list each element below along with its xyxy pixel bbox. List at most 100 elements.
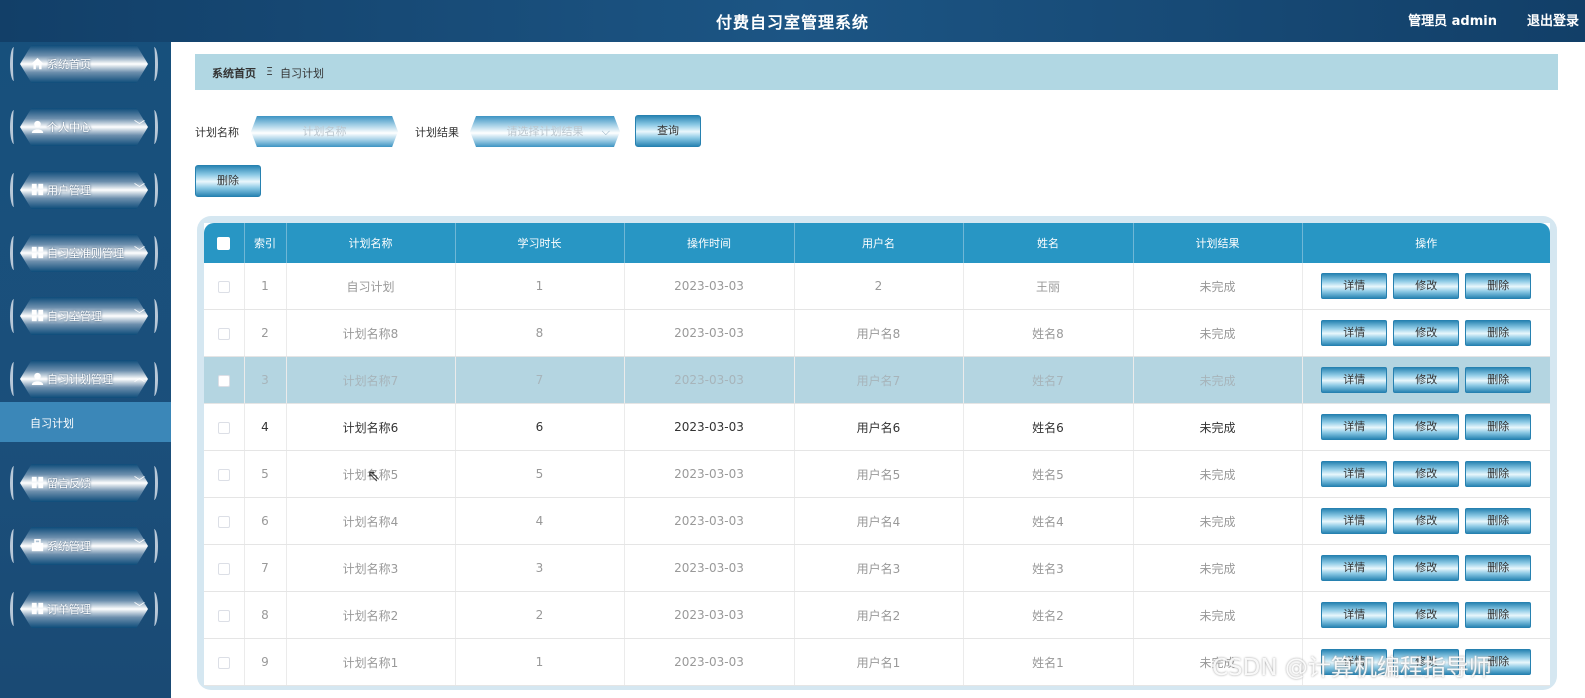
cell-plan-name: 自习计划 <box>286 263 456 310</box>
edit-button[interactable]: 修改 <box>1393 508 1460 534</box>
edit-button[interactable]: 修改 <box>1393 555 1460 581</box>
cell-plan-name: 计划名称4 <box>286 497 456 545</box>
cell-operation-time: 2023-03-03 <box>624 638 795 686</box>
breadcrumb-separator: Ξ <box>266 65 273 78</box>
row-checkbox[interactable] <box>204 356 245 404</box>
briefcase-icon <box>31 539 44 552</box>
sidebar-item-system[interactable]: 系统管理 ﹀ <box>10 524 160 568</box>
edit-button[interactable]: 修改 <box>1393 320 1460 346</box>
edit-button[interactable]: 修改 <box>1393 367 1460 393</box>
batch-delete-button[interactable]: 删除 <box>195 165 261 197</box>
sidebar-subitem-study-plan[interactable]: 自习计划 <box>0 402 171 442</box>
cell-name: 姓名7 <box>963 356 1134 404</box>
sidebar-item-room-rules[interactable]: 自习室准则管理 ﹀ <box>10 231 160 275</box>
sidebar-item-users[interactable]: 用户管理 ﹀ <box>10 168 160 212</box>
plan-name-input[interactable]: 计划名称 <box>251 116 398 147</box>
edit-button[interactable]: 修改 <box>1393 602 1460 628</box>
row-checkbox[interactable] <box>204 403 245 451</box>
cell-actions: 详情 修改 删除 <box>1302 356 1550 404</box>
detail-button[interactable]: 详情 <box>1321 508 1388 534</box>
chevron-down-icon: ﹀ <box>134 475 145 488</box>
cell-operation-time: 2023-03-03 <box>624 403 795 451</box>
delete-button[interactable]: 删除 <box>1465 555 1532 581</box>
delete-button[interactable]: 删除 <box>1465 414 1532 440</box>
cell-study-duration: 1 <box>455 638 625 686</box>
sidebar-item-label: 用户管理 <box>47 184 91 197</box>
delete-button[interactable]: 删除 <box>1465 367 1532 393</box>
detail-button[interactable]: 详情 <box>1321 367 1388 393</box>
chevron-up-icon: ︿ <box>134 371 145 384</box>
cell-index: 2 <box>244 309 287 357</box>
select-all-checkbox[interactable] <box>204 223 245 263</box>
detail-button[interactable]: 详情 <box>1321 602 1388 628</box>
breadcrumb: 系统首页 Ξ 自习计划 <box>195 54 1558 90</box>
plan-name-label: 计划名称 <box>195 126 239 139</box>
cell-name: 姓名6 <box>963 403 1134 451</box>
column-header: 用户名 <box>794 223 964 263</box>
row-checkbox[interactable] <box>204 544 245 592</box>
detail-button[interactable]: 详情 <box>1321 320 1388 346</box>
grid-icon <box>31 246 44 259</box>
delete-button[interactable]: 删除 <box>1465 273 1532 299</box>
detail-button[interactable]: 详情 <box>1321 414 1388 440</box>
column-header: 学习时长 <box>455 223 625 263</box>
row-checkbox[interactable] <box>204 309 245 357</box>
cell-plan-result: 未完成 <box>1133 309 1303 357</box>
plan-result-select[interactable]: 请选择计划结果 ⌵ <box>470 116 620 147</box>
column-header: 操作 <box>1302 223 1550 263</box>
delete-button[interactable]: 删除 <box>1465 320 1532 346</box>
cell-actions: 详情 修改 删除 <box>1302 497 1550 545</box>
delete-button[interactable]: 删除 <box>1465 508 1532 534</box>
cell-name: 姓名5 <box>963 450 1134 498</box>
cell-index: 1 <box>244 263 287 310</box>
chevron-down-icon: ﹀ <box>134 119 145 132</box>
cell-index: 4 <box>244 403 287 451</box>
table-row: 8 计划名称2 2 2023-03-03 用户名2 姓名2 未完成 详情 修改 删除 <box>204 591 1550 639</box>
sidebar-item-profile[interactable]: 个人中心 ﹀ <box>10 105 160 149</box>
row-checkbox[interactable] <box>204 638 245 686</box>
row-checkbox[interactable] <box>204 263 245 310</box>
breadcrumb-home[interactable]: 系统首页 <box>212 65 256 81</box>
table-row: 4 计划名称6 6 2023-03-03 用户名6 姓名6 未完成 详情 修改 删除 <box>204 403 1550 451</box>
top-bar: 付费自习室管理系统 管理员 admin 退出登录 <box>0 0 1585 42</box>
sidebar-item-home[interactable]: 系统首页 <box>10 42 160 86</box>
app-title: 付费自习室管理系统 <box>715 13 869 32</box>
row-checkbox[interactable] <box>204 450 245 498</box>
cell-plan-result: 未完成 <box>1133 356 1303 404</box>
chevron-down-icon: ﹀ <box>134 538 145 551</box>
cell-plan-result: 未完成 <box>1133 403 1303 451</box>
cell-index: 3 <box>244 356 287 404</box>
column-header: 索引 <box>244 223 287 263</box>
cell-index: 5 <box>244 450 287 498</box>
sidebar-item-study-plan[interactable]: 自习计划管理 ︿ <box>10 357 160 401</box>
cell-plan-name: 计划名称1 <box>286 638 456 686</box>
row-checkbox[interactable] <box>204 591 245 639</box>
sidebar-item-label: 订单管理 <box>47 603 91 616</box>
cell-name: 姓名8 <box>963 309 1134 357</box>
cell-plan-result: 未完成 <box>1133 263 1303 310</box>
table-header-row: 索引 计划名称 学习时长 操作时间 用户名 姓名 计划结果 操作 <box>204 223 1550 263</box>
logout-link[interactable]: 退出登录 <box>1527 10 1579 29</box>
cell-name: 姓名1 <box>963 638 1134 686</box>
cell-username: 用户名3 <box>794 544 964 592</box>
cell-plan-name: 计划名称7 <box>286 356 456 404</box>
plan-result-placeholder: 请选择计划结果 <box>506 125 584 138</box>
sidebar-item-feedback[interactable]: 留言反馈 ﹀ <box>10 461 160 505</box>
query-button[interactable]: 查询 <box>635 115 701 147</box>
detail-button[interactable]: 详情 <box>1321 555 1388 581</box>
cell-plan-name: 计划名称2 <box>286 591 456 639</box>
edit-button[interactable]: 修改 <box>1393 414 1460 440</box>
row-checkbox[interactable] <box>204 497 245 545</box>
grid-icon <box>31 602 44 615</box>
delete-button[interactable]: 删除 <box>1465 602 1532 628</box>
edit-button[interactable]: 修改 <box>1393 461 1460 487</box>
plan-result-label: 计划结果 <box>415 126 459 139</box>
detail-button[interactable]: 详情 <box>1321 273 1388 299</box>
delete-button[interactable]: 删除 <box>1465 461 1532 487</box>
sidebar-item-rooms[interactable]: 自习室管理 ﹀ <box>10 294 160 338</box>
detail-button[interactable]: 详情 <box>1321 461 1388 487</box>
sidebar-item-orders[interactable]: 订单管理 ﹀ <box>10 587 160 631</box>
edit-button[interactable]: 修改 <box>1393 273 1460 299</box>
cell-actions: 详情 修改 删除 <box>1302 309 1550 357</box>
chevron-down-icon: ﹀ <box>134 245 145 258</box>
